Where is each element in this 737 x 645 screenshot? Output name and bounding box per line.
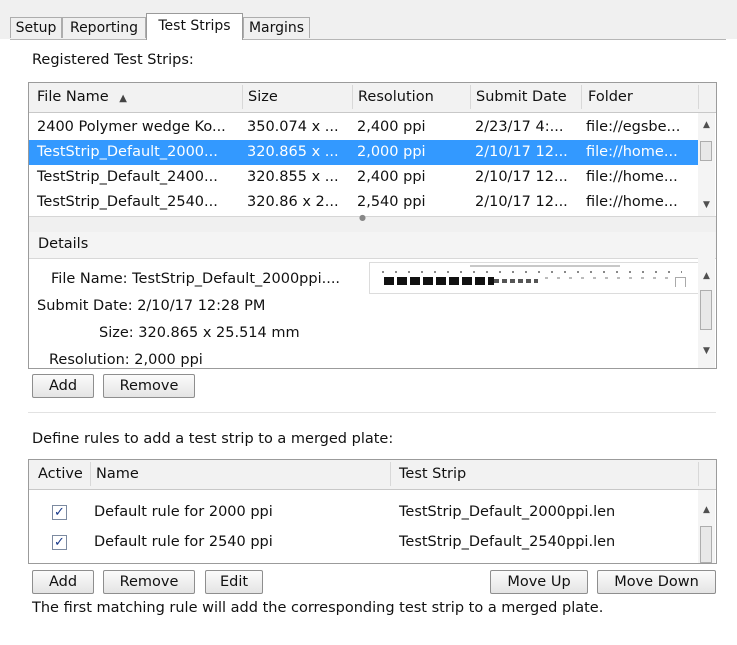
scroll-thumb[interactable] bbox=[700, 526, 712, 563]
checkmark-icon: ✓ bbox=[54, 505, 65, 520]
cell-file-name: TestStrip_Default_2400... bbox=[37, 169, 218, 185]
cell-file-name: TestStrip_Default_2000... bbox=[37, 144, 218, 160]
rule-row[interactable]: ✓ Default rule for 2540 ppi TestStrip_De… bbox=[29, 530, 698, 555]
rules-heading: Define rules to add a test strip to a me… bbox=[32, 431, 394, 447]
rules-table: Active Name Test Strip ✓ Default rule fo… bbox=[28, 459, 717, 564]
column-size[interactable]: Size bbox=[248, 83, 278, 112]
table-scrollbar[interactable]: ▲ ▼ bbox=[698, 113, 715, 216]
cell-size: 350.074 x ... bbox=[247, 119, 339, 135]
cell-submit-date: 2/10/17 12... bbox=[475, 169, 568, 185]
active-checkbox[interactable]: ✓ bbox=[52, 535, 67, 550]
table-header: Active Name Test Strip bbox=[29, 460, 716, 490]
cell-submit-date: 2/10/17 12... bbox=[475, 144, 568, 160]
table-header: File Name ▲ Size Resolution Submit Date … bbox=[29, 83, 716, 113]
rule-name: Default rule for 2000 ppi bbox=[94, 504, 273, 520]
details-heading: Details bbox=[38, 236, 89, 252]
table-row[interactable]: TestStrip_Default_2400... 320.855 x ... … bbox=[29, 165, 698, 190]
cell-folder: file://home... bbox=[586, 194, 678, 210]
rule-test-strip: TestStrip_Default_2000ppi.len bbox=[399, 504, 616, 520]
cell-file-name: 2400 Polymer wedge Ko... bbox=[37, 119, 226, 135]
rule-test-strip: TestStrip_Default_2540ppi.len bbox=[399, 534, 616, 550]
cell-submit-date: 2/10/17 12... bbox=[475, 194, 568, 210]
column-resolution[interactable]: Resolution bbox=[358, 83, 434, 112]
table-row[interactable]: TestStrip_Default_2540... 320.86 x 2... … bbox=[29, 190, 698, 215]
scroll-thumb[interactable] bbox=[700, 141, 712, 161]
tab-margins[interactable]: Margins bbox=[243, 17, 310, 38]
cell-size: 320.86 x 2... bbox=[247, 194, 339, 210]
details-file-name: File Name: TestStrip_Default_2000ppi.... bbox=[51, 271, 341, 287]
cell-folder: file://home... bbox=[586, 144, 678, 160]
scroll-down-icon[interactable]: ▼ bbox=[698, 195, 715, 215]
remove-rule-button[interactable]: Remove bbox=[103, 570, 195, 594]
section-divider bbox=[28, 412, 716, 413]
move-up-button[interactable]: Move Up bbox=[490, 570, 588, 594]
tab-test-strips[interactable]: Test Strips bbox=[146, 13, 243, 40]
remove-strip-button[interactable]: Remove bbox=[103, 374, 195, 398]
scroll-thumb[interactable] bbox=[700, 290, 712, 330]
cell-resolution: 2,540 ppi bbox=[357, 194, 426, 210]
cell-resolution: 2,400 ppi bbox=[357, 119, 426, 135]
details-submit-date: Submit Date: 2/10/17 12:28 PM bbox=[37, 298, 266, 314]
rules-scrollbar[interactable]: ▲ bbox=[698, 490, 715, 563]
scroll-up-icon[interactable]: ▲ bbox=[698, 115, 715, 135]
checkmark-icon: ✓ bbox=[54, 535, 65, 550]
scroll-up-icon[interactable]: ▲ bbox=[698, 266, 715, 286]
cell-file-name: TestStrip_Default_2540... bbox=[37, 194, 218, 210]
column-folder[interactable]: Folder bbox=[588, 83, 633, 112]
add-strip-button[interactable]: Add bbox=[32, 374, 94, 398]
column-name[interactable]: Name bbox=[96, 460, 139, 489]
cell-submit-date: 2/23/17 4:... bbox=[475, 119, 564, 135]
scroll-down-icon[interactable]: ▼ bbox=[698, 341, 715, 361]
rule-name: Default rule for 2540 ppi bbox=[94, 534, 273, 550]
details-header: Details bbox=[29, 232, 716, 259]
test-strip-preview bbox=[369, 262, 699, 294]
column-submit-date[interactable]: Submit Date bbox=[476, 83, 567, 112]
details-pane: Details File Name: TestStrip_Default_200… bbox=[28, 232, 717, 369]
column-test-strip[interactable]: Test Strip bbox=[399, 460, 466, 489]
column-active[interactable]: Active bbox=[38, 460, 83, 489]
column-file-name-label: File Name bbox=[37, 89, 109, 105]
footer-note: The first matching rule will add the cor… bbox=[32, 600, 604, 616]
details-scrollbar[interactable]: ▲ ▼ bbox=[698, 258, 715, 368]
move-down-button[interactable]: Move Down bbox=[597, 570, 716, 594]
rule-row[interactable]: ✓ Default rule for 2000 ppi TestStrip_De… bbox=[29, 500, 698, 525]
table-row-selected[interactable]: TestStrip_Default_2000... 320.865 x ... … bbox=[29, 140, 698, 165]
column-file-name[interactable]: File Name ▲ bbox=[37, 83, 127, 112]
registered-strips-table: File Name ▲ Size Resolution Submit Date … bbox=[28, 82, 717, 235]
edit-rule-button[interactable]: Edit bbox=[205, 570, 263, 594]
details-size: Size: 320.865 x 25.514 mm bbox=[99, 325, 300, 341]
details-resolution: Resolution: 2,000 ppi bbox=[49, 352, 203, 368]
active-checkbox[interactable]: ✓ bbox=[52, 505, 67, 520]
scroll-up-icon[interactable]: ▲ bbox=[698, 500, 715, 520]
cell-folder: file://home... bbox=[586, 169, 678, 185]
tab-reporting[interactable]: Reporting bbox=[62, 17, 146, 38]
registered-strips-heading: Registered Test Strips: bbox=[32, 52, 194, 68]
cell-folder: file://egsbe... bbox=[586, 119, 681, 135]
cell-resolution: 2,400 ppi bbox=[357, 169, 426, 185]
cell-size: 320.865 x ... bbox=[247, 144, 339, 160]
cell-resolution: 2,000 ppi bbox=[357, 144, 426, 160]
tab-setup[interactable]: Setup bbox=[10, 17, 62, 38]
splitter-handle-icon[interactable]: ● bbox=[359, 213, 366, 222]
sort-ascending-icon: ▲ bbox=[119, 93, 127, 104]
tab-bar: Setup Reporting Test Strips Margins bbox=[0, 0, 737, 40]
table-row[interactable]: 2400 Polymer wedge Ko... 350.074 x ... 2… bbox=[29, 115, 698, 140]
add-rule-button[interactable]: Add bbox=[32, 570, 94, 594]
cell-size: 320.855 x ... bbox=[247, 169, 339, 185]
